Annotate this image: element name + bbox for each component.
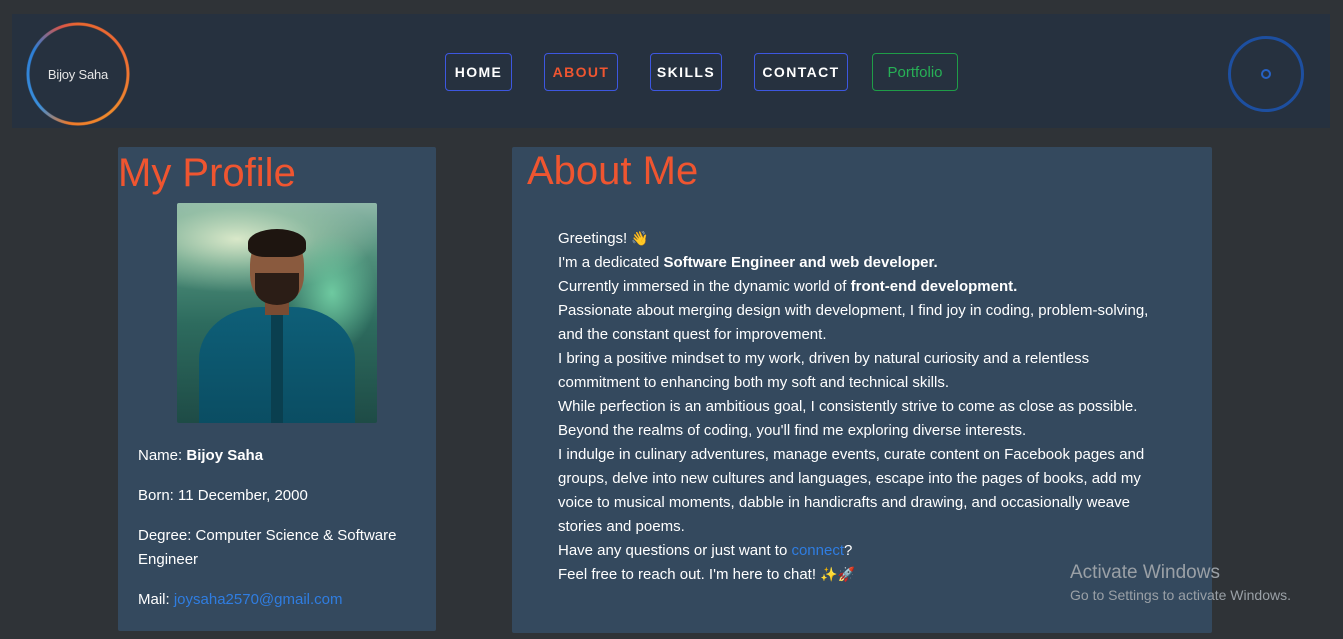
connect-link[interactable]: connect bbox=[791, 542, 844, 559]
about-title: About Me bbox=[527, 149, 699, 193]
profile-mail: Mail: joysaha2570@gmail.com bbox=[138, 588, 428, 612]
about-line-role: I'm a dedicated Software Engineer and we… bbox=[558, 254, 938, 271]
profile-card: My Profile Name: Bijoy Saha Born: 11 Dec… bbox=[118, 147, 436, 631]
about-line-passion: Passionate about merging design with dev… bbox=[558, 302, 1149, 343]
nav-about-button[interactable]: ABOUT bbox=[544, 53, 618, 91]
circle-icon bbox=[1261, 69, 1271, 79]
profile-photo bbox=[177, 203, 377, 423]
profile-born: Born: 11 December, 2000 bbox=[138, 484, 428, 508]
mail-label: Mail: bbox=[138, 591, 170, 608]
name-value: Bijoy Saha bbox=[186, 447, 264, 464]
nav-skills-button[interactable]: SKILLS bbox=[650, 53, 722, 91]
about-card: About Me Greetings! 👋 I'm a dedicated So… bbox=[512, 147, 1212, 633]
about-line-connect: Have any questions or just want to conne… bbox=[558, 542, 853, 559]
degree-label: Degree: bbox=[138, 527, 192, 544]
born-value: 11 December, 2000 bbox=[178, 487, 308, 504]
theme-toggle-button[interactable] bbox=[1228, 36, 1304, 112]
about-text: Greetings! 👋 I'm a dedicated Software En… bbox=[558, 227, 1158, 587]
profile-name: Name: Bijoy Saha bbox=[138, 444, 428, 468]
brand-logo[interactable]: Bijoy Saha bbox=[26, 22, 130, 126]
born-label: Born: bbox=[138, 487, 174, 504]
name-label: Name: bbox=[138, 447, 183, 464]
about-line-mindset: I bring a positive mindset to my work, d… bbox=[558, 350, 1090, 391]
about-line-chat: Feel free to reach out. I'm here to chat… bbox=[558, 566, 856, 583]
nav-home-button[interactable]: HOME bbox=[445, 53, 512, 91]
nav-contact-button[interactable]: CONTACT bbox=[754, 53, 848, 91]
nav-portfolio-button[interactable]: Portfolio bbox=[872, 53, 958, 91]
watermark-title: Activate Windows bbox=[1070, 562, 1220, 583]
about-line-hobbies: I indulge in culinary adventures, manage… bbox=[558, 446, 1145, 535]
sparkles-rocket-icon: ✨🚀 bbox=[820, 567, 856, 583]
profile-degree: Degree: Computer Science & Software Engi… bbox=[138, 524, 428, 572]
activate-windows-watermark: Activate Windows Go to Settings to activ… bbox=[1070, 562, 1291, 606]
about-line-frontend: Currently immersed in the dynamic world … bbox=[558, 278, 1018, 295]
about-greeting: Greetings! 👋 bbox=[558, 230, 649, 247]
navbar: Bijoy Saha HOME ABOUT SKILLS CONTACT Por… bbox=[12, 14, 1330, 128]
watermark-subtitle: Go to Settings to activate Windows. bbox=[1070, 587, 1291, 603]
about-line-perfection: While perfection is an ambitious goal, I… bbox=[558, 398, 1138, 415]
profile-title: My Profile bbox=[118, 151, 296, 195]
email-link[interactable]: joysaha2570@gmail.com bbox=[174, 591, 343, 608]
wave-emoji-icon: 👋 bbox=[631, 231, 649, 247]
about-line-interests: Beyond the realms of coding, you'll find… bbox=[558, 422, 1027, 439]
